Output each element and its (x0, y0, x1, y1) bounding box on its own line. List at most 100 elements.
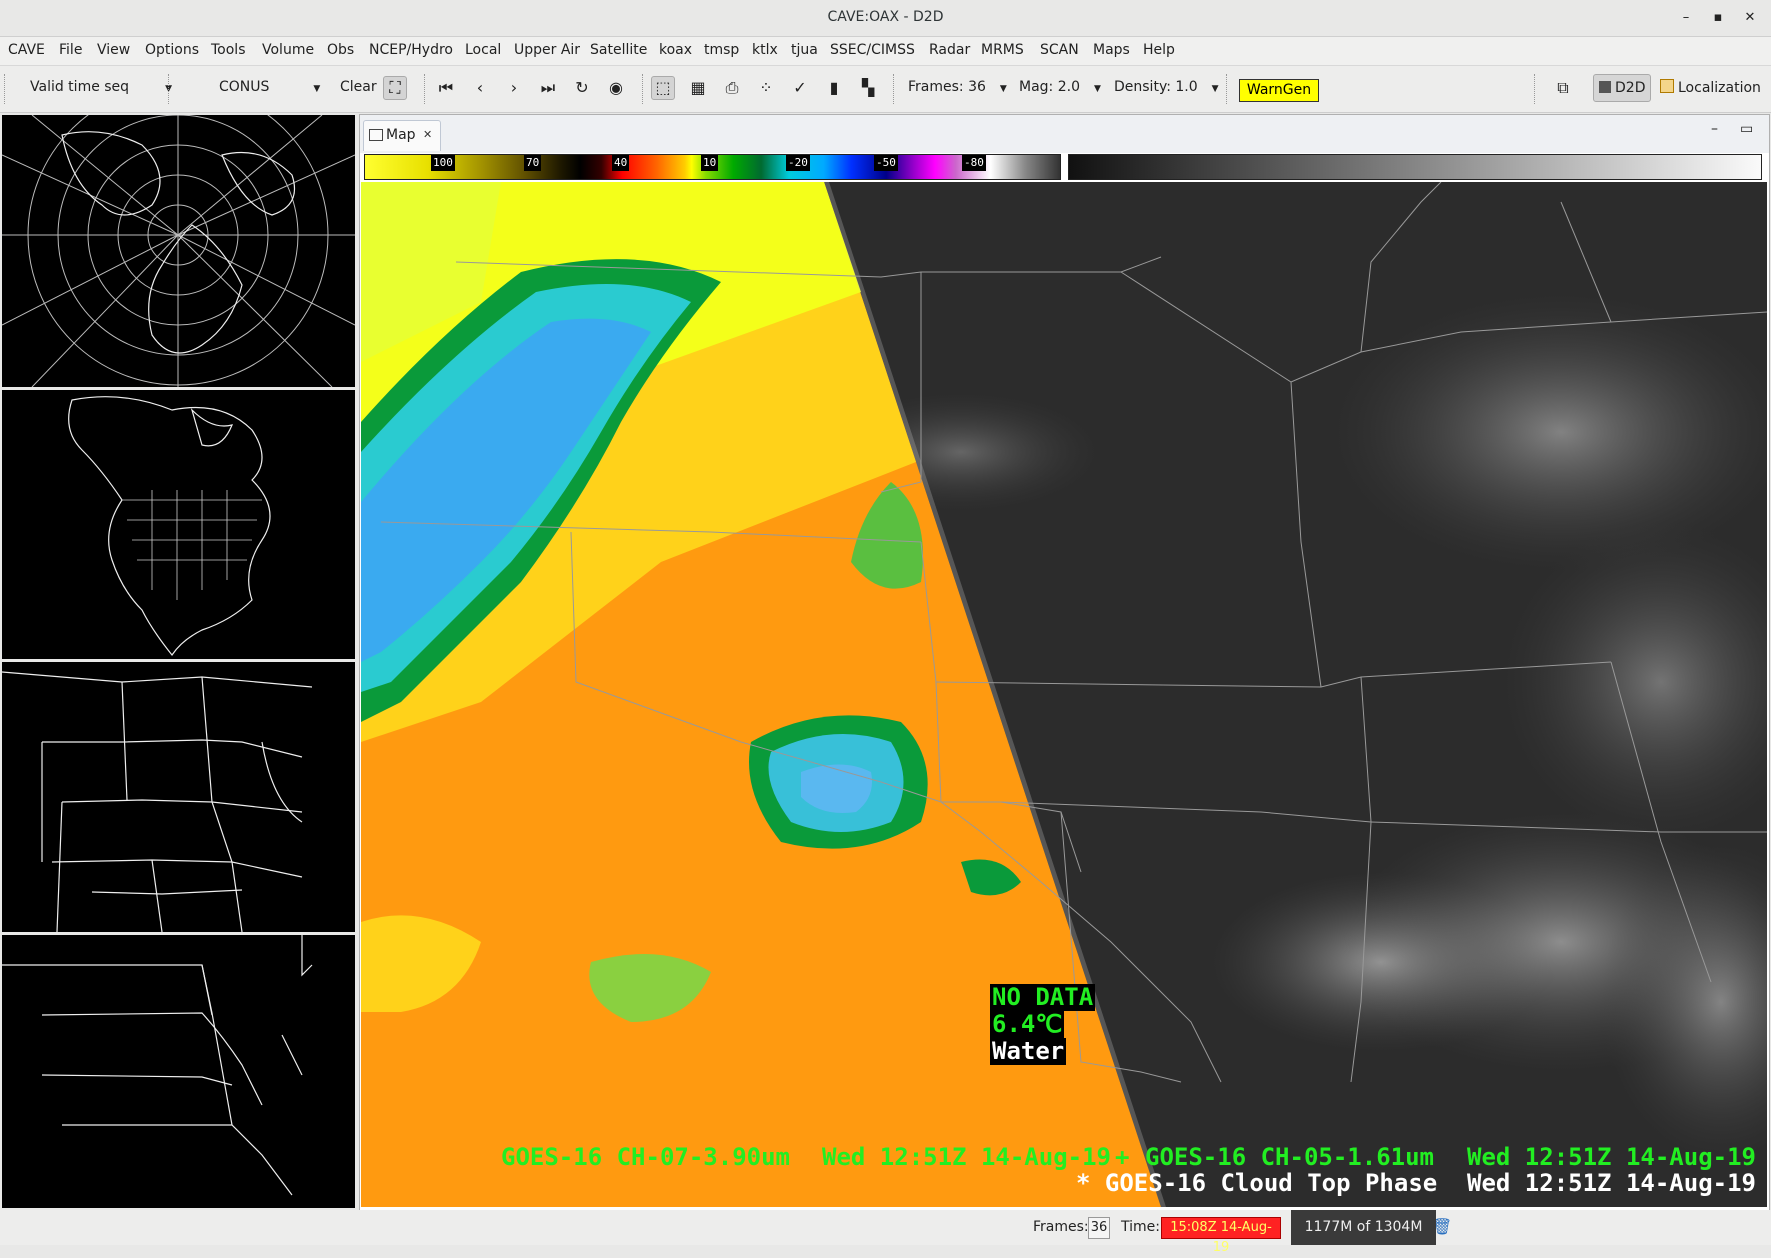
localization-label: Localization (1678, 80, 1761, 96)
sample-readout-line1: NO DATA (990, 983, 1096, 1011)
menu-maps[interactable]: Maps (1093, 42, 1130, 58)
image-properties-icon[interactable]: ◉ (604, 76, 628, 100)
window-title: CAVE:OAX - D2D (827, 9, 944, 25)
legend-product-1[interactable]: GOES-16 CH-07-3.90um (501, 1143, 790, 1171)
first-frame-icon[interactable]: ⏮ (434, 76, 458, 100)
sample-icon[interactable]: ▦ (686, 76, 710, 100)
maximize-editor-icon[interactable]: ▭ (1740, 121, 1753, 137)
magnification-dropdown[interactable]: Mag: 2.0 ▼ (1019, 79, 1101, 95)
chevron-down-icon: ▼ (999, 84, 1007, 94)
status-time-value: 15:08Z 14-Aug-19 (1161, 1217, 1281, 1255)
side-pane-local[interactable] (2, 935, 355, 1208)
last-frame-icon[interactable]: ⏭ (536, 76, 560, 100)
main-toolbar: Valid time seq ▼ CONUS ▼ Clear ⛶ ⏮ ‹ › ⏭ ↻… (0, 66, 1771, 113)
status-frames-label: Frames: (1033, 1219, 1089, 1235)
menu-tmsp[interactable]: tmsp (704, 42, 739, 58)
status-bar: Frames: 36 Time: 15:08Z 14-Aug-19 🗑 (0, 1210, 1771, 1255)
toolbar-separator (1534, 74, 1535, 104)
mag-label: Mag: 2.0 (1019, 79, 1080, 95)
toolbar-separator (4, 74, 5, 104)
menu-file[interactable]: File (59, 42, 82, 58)
menu-radar[interactable]: Radar (929, 42, 970, 58)
colorbar-label: 10 (701, 155, 719, 171)
menu-satellite[interactable]: Satellite (590, 42, 647, 58)
close-tab-icon[interactable]: ✕ (423, 128, 432, 141)
scale-label: CONUS (219, 79, 270, 95)
chevron-down-icon: ▼ (1211, 84, 1219, 94)
menu-options[interactable]: Options (145, 42, 199, 58)
legend-toggle-icon[interactable]: ▮ (822, 76, 846, 100)
side-pane-regional[interactable] (2, 662, 355, 932)
minimize-editor-icon[interactable]: – (1711, 121, 1718, 137)
menu-view[interactable]: View (97, 42, 130, 58)
perspective-localization-button[interactable]: Localization (1660, 79, 1761, 96)
menu-ncep-hydro[interactable]: NCEP/Hydro (369, 42, 453, 58)
legend-time-1: Wed 12:51Z 14-Aug-19 (822, 1143, 1111, 1171)
menu-obs[interactable]: Obs (327, 42, 354, 58)
close-window-button[interactable]: ✕ (1740, 8, 1760, 28)
toolbar-separator (642, 74, 643, 104)
frames-label: Frames: 36 (908, 79, 986, 95)
sample-readout-line2: 6.4℃ (990, 1010, 1065, 1038)
loop-icon[interactable]: ↻ (570, 76, 594, 100)
menu-tjua[interactable]: tjua (791, 42, 818, 58)
memory-usage: 1177M of 1304M (1291, 1210, 1436, 1245)
time-mode-dropdown[interactable]: Valid time seq ▼ (30, 79, 172, 95)
menu-scan[interactable]: SCAN (1040, 42, 1079, 58)
toolbar-separator (424, 74, 425, 104)
map-icon (369, 129, 383, 141)
tab-map[interactable]: Map ✕ (363, 120, 441, 151)
chevron-down-icon: ▼ (1093, 84, 1101, 94)
frames-dropdown[interactable]: Frames: 36 ▼ (908, 79, 1007, 95)
clear-button[interactable]: Clear (340, 79, 377, 95)
title-bar: CAVE:OAX - D2D – ▪ ✕ (0, 0, 1771, 37)
previous-frame-icon[interactable]: ‹ (468, 76, 492, 100)
d2d-icon (1599, 81, 1611, 93)
menu-tools[interactable]: Tools (211, 42, 246, 58)
density-label: Density: 1.0 (1114, 79, 1198, 95)
menu-upper-air[interactable]: Upper Air (514, 42, 580, 58)
menu-ktlx[interactable]: ktlx (752, 42, 778, 58)
points-icon[interactable]: ⁘ (754, 76, 778, 100)
colorbar-label: 40 (612, 155, 630, 171)
map-tab-row: Map ✕ – ▭ (360, 115, 1769, 153)
panel-layout-icon[interactable]: ▚ (856, 76, 880, 100)
legend-product-3[interactable]: * GOES-16 Cloud Top Phase (1076, 1169, 1437, 1197)
toolbar-separator (893, 74, 894, 104)
legend-time-3: Wed 12:51Z 14-Aug-19 (1467, 1169, 1756, 1197)
legend-product-2[interactable]: GOES-16 CH-05-1.61um (1145, 1143, 1434, 1171)
zoom-extent-icon[interactable]: ⛶ (383, 76, 407, 100)
side-pane-world[interactable] (2, 115, 355, 387)
open-perspective-icon[interactable]: ⧉ (1551, 76, 1575, 100)
scale-dropdown[interactable]: CONUS ▼ (219, 79, 320, 95)
status-frames-value: 36 (1088, 1217, 1110, 1239)
colorbar-label: -80 (962, 155, 986, 171)
menu-help[interactable]: Help (1143, 42, 1175, 58)
perspective-d2d-button[interactable]: D2D (1593, 74, 1652, 102)
regional-map (2, 671, 313, 932)
density-dropdown[interactable]: Density: 1.0 ▼ (1114, 79, 1219, 95)
baselines-icon[interactable]: ✓ (788, 76, 812, 100)
side-pane-north-america[interactable] (2, 390, 355, 659)
pan-pointer-icon[interactable]: ⬚ (651, 76, 675, 100)
menu-ssec-cimss[interactable]: SSEC/CIMSS (830, 42, 915, 58)
minimize-window-button[interactable]: – (1676, 8, 1696, 28)
visible-graybar (1068, 154, 1762, 180)
toolbar-separator (1226, 74, 1227, 104)
colorbar-label: -20 (786, 155, 810, 171)
next-frame-icon[interactable]: › (502, 76, 526, 100)
menu-koax[interactable]: koax (659, 42, 692, 58)
maximize-window-button[interactable]: ▪ (1708, 8, 1728, 28)
colorbar-label: -50 (874, 155, 898, 171)
menu-bar: CAVE File View Options Tools Volume Obs … (0, 37, 1771, 66)
menu-volume[interactable]: Volume (262, 42, 314, 58)
menu-cave[interactable]: CAVE (8, 42, 45, 58)
menu-local[interactable]: Local (465, 42, 501, 58)
menu-mrms[interactable]: MRMS (981, 42, 1024, 58)
d2d-label: D2D (1615, 80, 1646, 96)
local-map (2, 935, 313, 1196)
localization-icon (1660, 79, 1674, 93)
sample-readout-line3: Water (990, 1037, 1067, 1065)
print-icon[interactable]: ⎙ (720, 76, 744, 100)
warngen-button[interactable]: WarnGen (1239, 79, 1319, 102)
